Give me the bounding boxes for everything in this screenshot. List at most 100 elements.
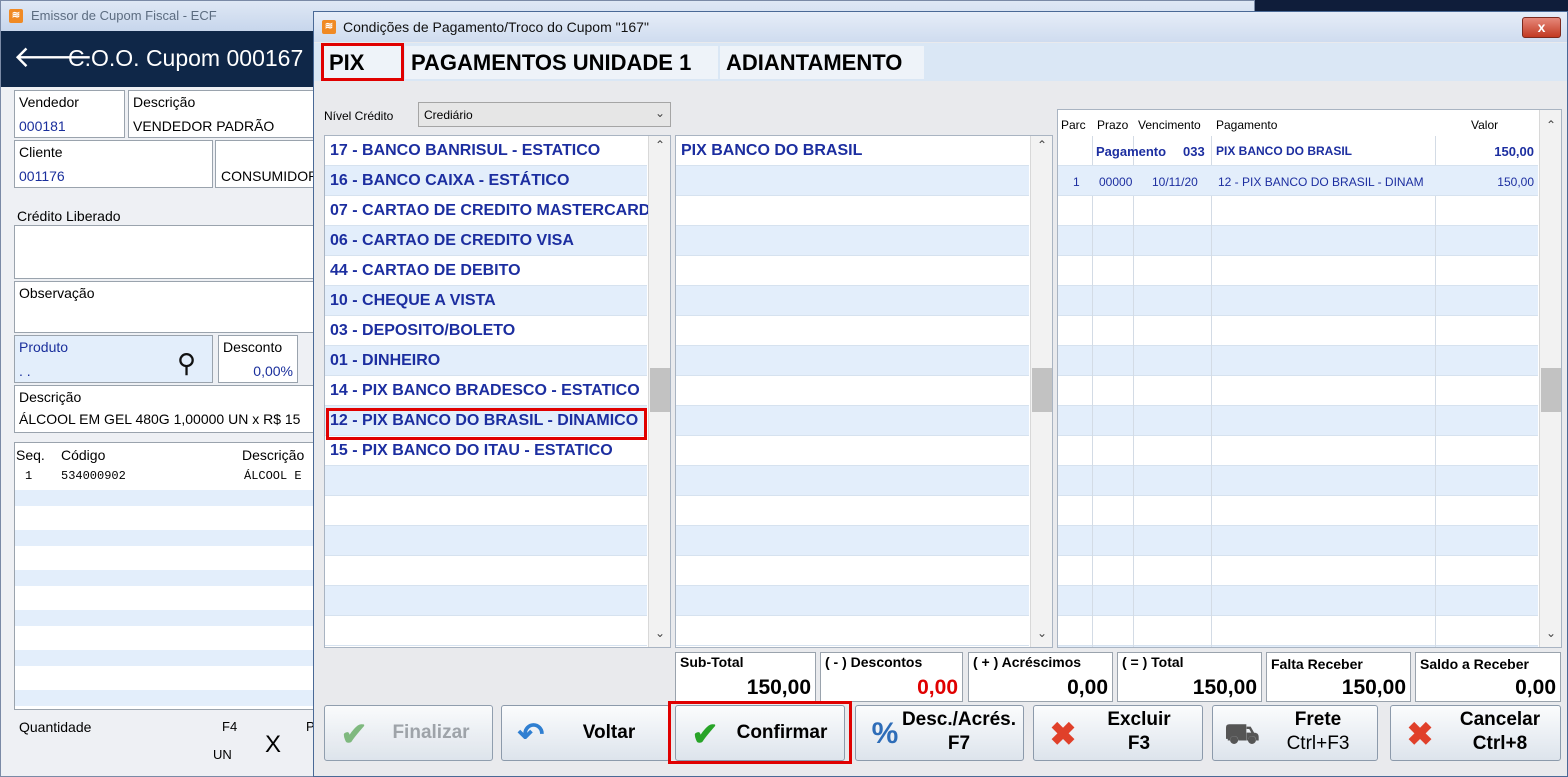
empty-list-row[interactable] bbox=[676, 406, 1029, 436]
finalizar-button[interactable]: ✔ Finalizar bbox=[324, 705, 493, 761]
empty-list-row[interactable] bbox=[676, 316, 1029, 346]
voltar-button[interactable]: ↶ Voltar bbox=[501, 705, 670, 761]
desc-acres-shortcut: F7 bbox=[947, 733, 971, 754]
tab-pix[interactable]: PIX bbox=[323, 46, 403, 79]
empty-list-row[interactable] bbox=[676, 466, 1029, 496]
empty-table-row[interactable] bbox=[1058, 376, 1538, 406]
table-row[interactable]: 1 534000902 ÁLCOOL E bbox=[15, 469, 317, 485]
descricao-value: VENDEDOR PADRÃO bbox=[133, 118, 275, 134]
empty-table-row[interactable] bbox=[1058, 406, 1538, 436]
grid-stripe bbox=[15, 650, 317, 666]
credito-liberado-field bbox=[14, 225, 318, 279]
empty-table-row[interactable] bbox=[1058, 466, 1538, 496]
empty-table-row[interactable] bbox=[1058, 316, 1538, 346]
cupom-title: C.O.O. Cupom 000167 bbox=[68, 45, 304, 71]
empty-table-row[interactable] bbox=[1058, 196, 1538, 226]
empty-list-row[interactable] bbox=[325, 526, 647, 556]
empty-list-row[interactable] bbox=[676, 166, 1029, 196]
payment-methods-scrollbar[interactable]: ⌃ ⌄ bbox=[648, 136, 670, 647]
table-row[interactable]: 1 00000 10/11/20 12 - PIX BANCO DO BRASI… bbox=[1058, 166, 1538, 196]
empty-list-row[interactable] bbox=[676, 526, 1029, 556]
payment-group-row[interactable]: Pagamento 033 PIX BANCO DO BRASIL 150,00 bbox=[1058, 136, 1538, 166]
empty-list-row[interactable] bbox=[676, 556, 1029, 586]
dialog-app-icon: ≋ bbox=[322, 20, 336, 34]
payment-method-item[interactable]: 17 - BANCO BANRISUL - ESTATICO bbox=[325, 136, 647, 166]
empty-list-row[interactable] bbox=[325, 466, 647, 496]
close-button[interactable]: x bbox=[1522, 17, 1561, 38]
empty-list-row[interactable] bbox=[676, 346, 1029, 376]
search-icon[interactable]: ⚲ bbox=[177, 350, 196, 376]
cliente-field[interactable]: Cliente 001176 bbox=[14, 140, 213, 188]
empty-table-row[interactable] bbox=[1058, 646, 1538, 647]
empty-list-row[interactable] bbox=[325, 616, 647, 646]
desc-acres-button[interactable]: % Desc./Acrés. F7 bbox=[855, 705, 1024, 761]
scroll-up-icon[interactable]: ⌃ bbox=[1031, 138, 1052, 152]
empty-list-row[interactable] bbox=[676, 256, 1029, 286]
empty-list-row[interactable] bbox=[676, 226, 1029, 256]
tab-adiantamento[interactable]: ADIANTAMENTO bbox=[720, 46, 924, 79]
payment-method-item[interactable]: 10 - CHEQUE A VISTA bbox=[325, 286, 647, 316]
empty-table-row[interactable] bbox=[1058, 436, 1538, 466]
empty-list-row[interactable] bbox=[325, 496, 647, 526]
scrollbar-thumb[interactable] bbox=[1541, 368, 1561, 412]
scroll-down-icon[interactable]: ⌄ bbox=[649, 626, 670, 640]
payment-method-item[interactable]: 16 - BANCO CAIXA - ESTÁTICO bbox=[325, 166, 647, 196]
scrollbar-thumb[interactable] bbox=[1032, 368, 1052, 412]
cliente-name-field: CONSUMIDOR bbox=[215, 140, 318, 188]
scroll-down-icon[interactable]: ⌄ bbox=[1031, 626, 1052, 640]
scrollbar-thumb[interactable] bbox=[650, 368, 670, 412]
empty-list-row[interactable] bbox=[325, 586, 647, 616]
empty-list-row[interactable] bbox=[676, 586, 1029, 616]
col-header-valor: Valor bbox=[1471, 118, 1499, 132]
payment-method-item[interactable]: 12 - PIX BANCO DO BRASIL - DINAMICO bbox=[325, 406, 647, 436]
payment-method-item[interactable]: 15 - PIX BANCO DO ITAU - ESTATICO bbox=[325, 436, 647, 466]
cliente-name: CONSUMIDOR bbox=[221, 168, 319, 184]
excluir-label: Excluir bbox=[1107, 709, 1171, 730]
produto-field[interactable]: Produto . . ⚲ bbox=[14, 335, 213, 383]
excluir-button[interactable]: ✖ Excluir F3 bbox=[1033, 705, 1203, 761]
empty-table-row[interactable] bbox=[1058, 556, 1538, 586]
empty-list-row[interactable] bbox=[676, 496, 1029, 526]
undo-arrow-icon: ↶ bbox=[517, 716, 545, 752]
empty-table-row[interactable] bbox=[1058, 226, 1538, 256]
payment-method-item[interactable]: 03 - DEPOSITO/BOLETO bbox=[325, 316, 647, 346]
payment-method-item[interactable]: 14 - PIX BANCO BRADESCO - ESTATICO bbox=[325, 376, 647, 406]
empty-table-row[interactable] bbox=[1058, 496, 1538, 526]
empty-table-row[interactable] bbox=[1058, 346, 1538, 376]
selected-banks-scrollbar[interactable]: ⌃ ⌄ bbox=[1030, 136, 1052, 647]
payment-method-item[interactable]: 01 - DINHEIRO bbox=[325, 346, 647, 376]
confirmar-button[interactable]: ✔ Confirmar bbox=[675, 705, 845, 761]
empty-table-row[interactable] bbox=[1058, 616, 1538, 646]
empty-list-row[interactable] bbox=[676, 436, 1029, 466]
empty-list-row[interactable] bbox=[325, 556, 647, 586]
desconto-field[interactable]: Desconto 0,00% bbox=[218, 335, 298, 383]
empty-list-row[interactable] bbox=[676, 196, 1029, 226]
frete-button[interactable]: ⛟ Frete Ctrl+F3 bbox=[1212, 705, 1378, 761]
scroll-up-icon[interactable]: ⌃ bbox=[1540, 118, 1561, 132]
tab-pagamentos-unidade-1[interactable]: PAGAMENTOS UNIDADE 1 bbox=[405, 46, 718, 79]
row-valor: 150,00 bbox=[1497, 175, 1534, 189]
cancelar-button[interactable]: ✖ Cancelar Ctrl+8 bbox=[1390, 705, 1561, 761]
nivel-credito-select[interactable]: Crediário ⌄ bbox=[418, 102, 671, 127]
empty-table-row[interactable] bbox=[1058, 286, 1538, 316]
payment-method-item[interactable]: 44 - CARTAO DE DEBITO bbox=[325, 256, 647, 286]
empty-list-row[interactable] bbox=[676, 616, 1029, 646]
selected-bank-item[interactable]: PIX BANCO DO BRASIL bbox=[676, 136, 1029, 166]
empty-table-row[interactable] bbox=[1058, 586, 1538, 616]
close-icon: x bbox=[1537, 19, 1546, 35]
acrescimos-value: 0,00 bbox=[1067, 676, 1108, 699]
empty-list-row[interactable] bbox=[676, 286, 1029, 316]
observacao-field[interactable]: Observação bbox=[14, 281, 318, 333]
frete-shortcut: Ctrl+F3 bbox=[1286, 733, 1350, 754]
empty-list-row[interactable] bbox=[676, 376, 1029, 406]
table-scrollbar[interactable]: ⌃ ⌄ bbox=[1539, 110, 1561, 647]
empty-table-row[interactable] bbox=[1058, 256, 1538, 286]
group-name: PIX BANCO DO BRASIL bbox=[1216, 144, 1353, 158]
vendedor-field[interactable]: Vendedor 000181 bbox=[14, 90, 125, 138]
empty-table-row[interactable] bbox=[1058, 526, 1538, 556]
col-header-pagamento: Pagamento bbox=[1216, 118, 1278, 132]
payment-method-item[interactable]: 06 - CARTAO DE CREDITO VISA bbox=[325, 226, 647, 256]
scroll-up-icon[interactable]: ⌃ bbox=[649, 138, 670, 152]
scroll-down-icon[interactable]: ⌄ bbox=[1540, 626, 1561, 640]
payment-method-item[interactable]: 07 - CARTAO DE CREDITO MASTERCARD bbox=[325, 196, 650, 226]
